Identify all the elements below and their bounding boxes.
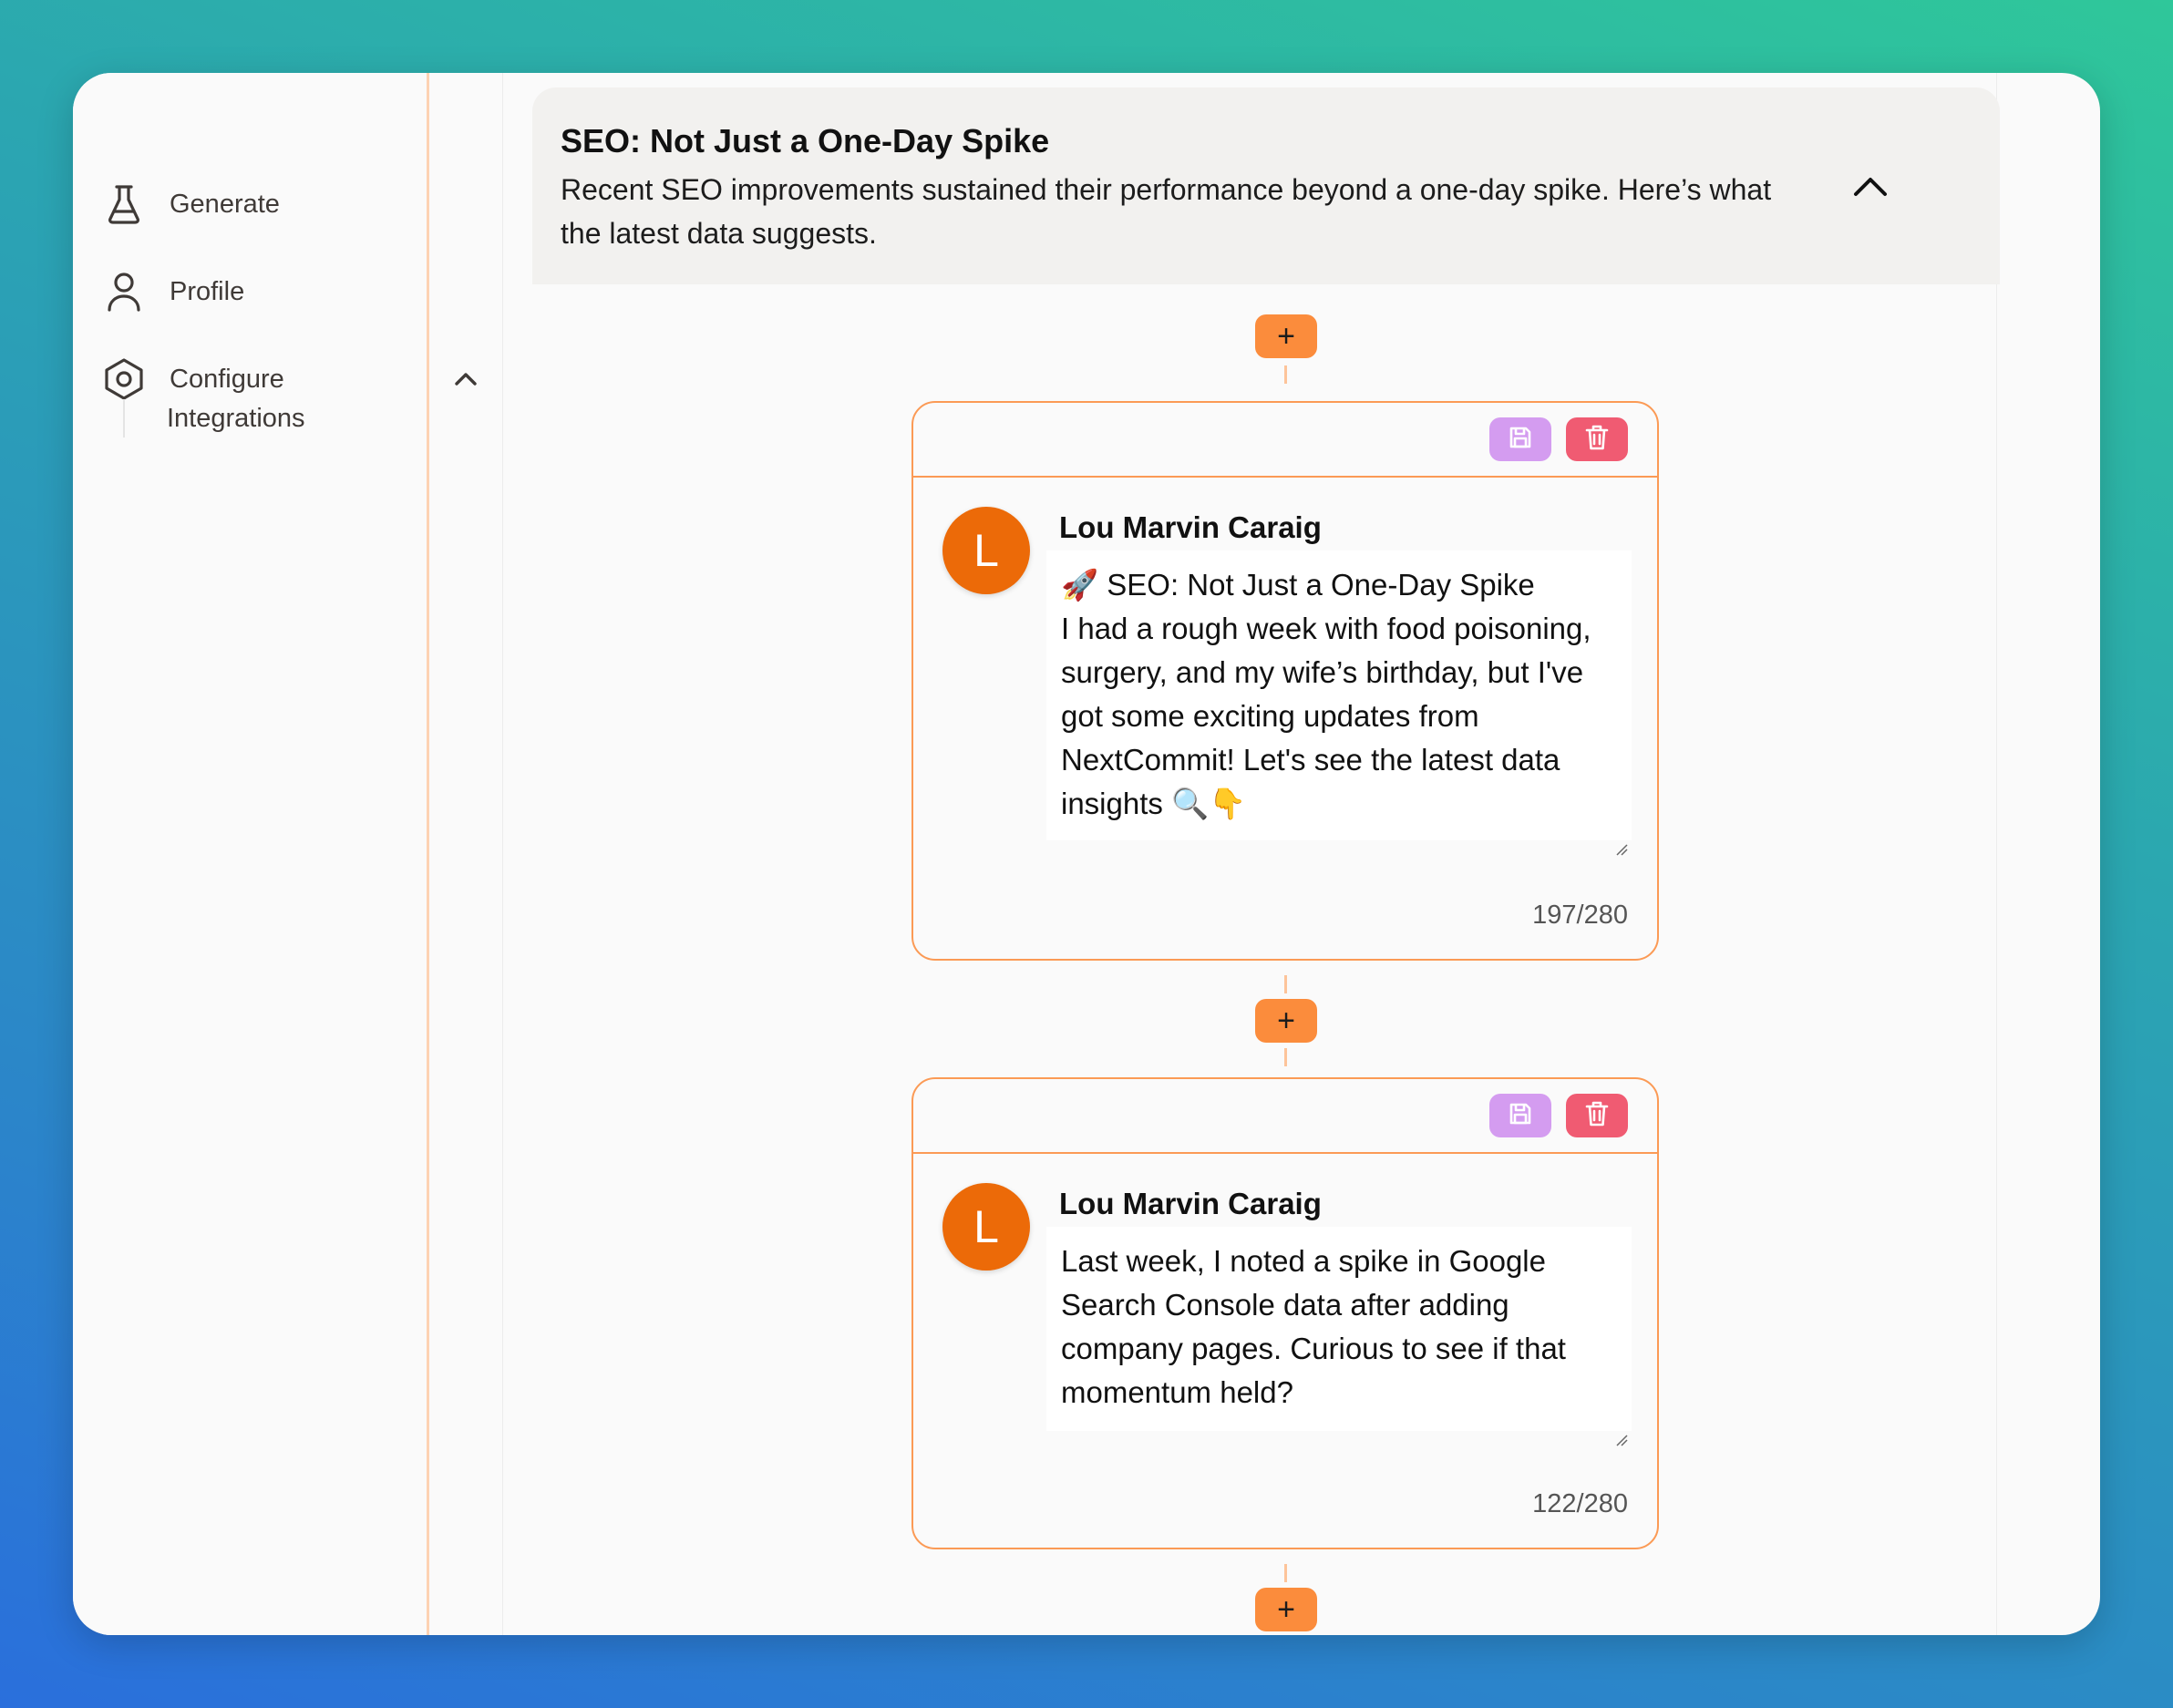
connector-line xyxy=(1284,1048,1287,1066)
post-textarea[interactable]: 🚀 SEO: Not Just a One-Day Spike I had a … xyxy=(1046,550,1632,856)
save-icon xyxy=(1508,425,1533,455)
chevron-up-icon[interactable] xyxy=(454,352,487,406)
user-icon xyxy=(104,272,144,312)
add-post-button[interactable]: + xyxy=(1255,999,1317,1043)
post-text-body: Last week, I noted a spike in Google Sea… xyxy=(1061,1244,1566,1409)
post-card: L Lou Marvin Caraig 🚀 SEO: Not Just a On… xyxy=(911,401,1659,961)
summary-panel: SEO: Not Just a One-Day Spike Recent SEO… xyxy=(532,87,2000,284)
summary-title: SEO: Not Just a One-Day Spike xyxy=(561,122,1050,159)
sidebar-item-configure[interactable]: Configure xyxy=(104,352,477,406)
author-name: Lou Marvin Caraig xyxy=(1059,1187,1322,1220)
post-textarea[interactable]: Last week, I noted a spike in Google Sea… xyxy=(1046,1227,1632,1446)
sidebar-item-label: Profile xyxy=(170,276,245,306)
author-name: Lou Marvin Caraig xyxy=(1059,510,1322,544)
sidebar-item-label: Configure xyxy=(170,364,284,394)
hexagon-settings-icon xyxy=(104,358,144,400)
resize-handle-icon[interactable] xyxy=(1615,1415,1628,1446)
add-post-button[interactable]: + xyxy=(1255,314,1317,358)
post-card: L Lou Marvin Caraig Last week, I noted a… xyxy=(911,1077,1659,1549)
trash-icon xyxy=(1584,424,1610,456)
sidebar: Generate Profile Configure Integrations xyxy=(73,73,477,1635)
connector-line xyxy=(1284,1564,1287,1582)
trash-icon xyxy=(1584,1100,1610,1132)
save-button[interactable] xyxy=(1489,1094,1551,1137)
character-count: 197/280 xyxy=(1532,900,1628,930)
flask-icon xyxy=(104,184,144,224)
card-toolbar xyxy=(913,403,1657,478)
chevron-up-icon xyxy=(1852,174,1889,202)
summary-description: Recent SEO improvements sustained their … xyxy=(561,173,1772,250)
app-window: Generate Profile Configure Integrations … xyxy=(73,73,2100,1635)
main-content[interactable]: SEO: Not Just a One-Day Spike Recent SEO… xyxy=(502,73,2000,1635)
submenu-divider xyxy=(123,399,125,437)
resize-handle-icon[interactable] xyxy=(1615,824,1628,856)
sidebar-item-integrations[interactable]: Integrations xyxy=(167,399,305,437)
save-button[interactable] xyxy=(1489,417,1551,461)
save-icon xyxy=(1508,1101,1533,1131)
connector-line xyxy=(1284,975,1287,993)
delete-button[interactable] xyxy=(1566,417,1628,461)
avatar: L xyxy=(942,507,1030,594)
avatar: L xyxy=(942,1183,1030,1271)
post-text-body: I had a rough week with food poisoning, … xyxy=(1061,612,1591,820)
post-text-line: 🚀 SEO: Not Just a One-Day Spike xyxy=(1061,568,1535,602)
delete-button[interactable] xyxy=(1566,1094,1628,1137)
collapse-button[interactable] xyxy=(1845,162,1896,213)
connector-line xyxy=(1284,365,1287,384)
sidebar-item-profile[interactable]: Profile xyxy=(104,264,244,319)
add-post-button[interactable]: + xyxy=(1255,1588,1317,1631)
sidebar-item-label: Generate xyxy=(170,189,280,219)
card-toolbar xyxy=(913,1079,1657,1154)
character-count: 122/280 xyxy=(1532,1489,1628,1518)
sidebar-item-generate[interactable]: Generate xyxy=(104,177,280,232)
